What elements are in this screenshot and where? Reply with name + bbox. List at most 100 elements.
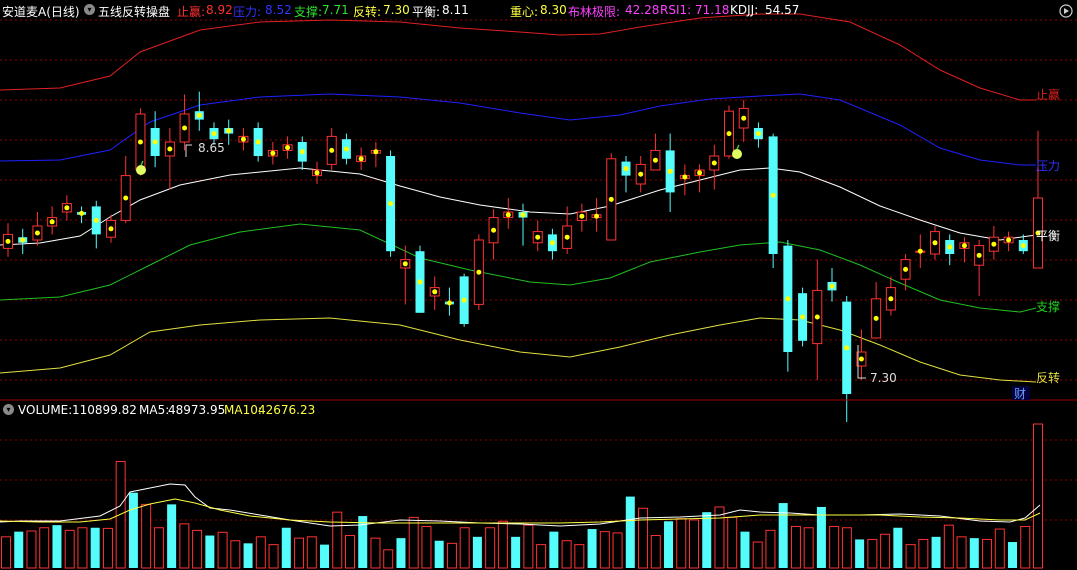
volume-bar [345,535,355,569]
volume-bar [982,538,993,569]
high-marker [185,144,192,157]
candle [179,94,190,151]
zhongxin-label: 重心: [510,5,539,19]
candle [32,212,43,246]
candle [812,259,823,380]
volume-bar [14,531,24,568]
fanzhuan-value: 7.30 [383,3,410,17]
candle [547,228,557,260]
candle [459,273,469,327]
candle-dot [682,174,688,180]
candle-dot [770,192,776,198]
candle [415,245,425,313]
candle [120,156,131,224]
candle-dot [270,150,276,156]
candle-dot [976,252,982,258]
ma5-label: MA5: [139,403,170,417]
volume-bar [574,544,585,569]
candle [915,234,926,268]
volume-bar [1,536,11,569]
volume-bar [26,530,37,569]
candle [798,287,808,347]
chart-canvas: 止赢 压力 平衡 支撑 反转 财 8.65 7.30 [0,4,1077,569]
bulin-value: 42.28 [625,3,660,17]
candle [356,147,367,170]
zhicheng-label: 支撑: [294,5,323,19]
candle [738,100,749,142]
candle-dot [858,356,864,362]
volume-bar [332,511,343,569]
kdj-label: KDJJ: [730,3,759,17]
volume-bar [1020,525,1031,569]
candle-dot [844,345,850,351]
candle-dot [64,205,70,211]
stock-name: 安道麦A(日线) [2,5,80,19]
volume-bar [561,540,572,569]
candle-dot [697,170,703,176]
candle [341,133,351,165]
candle [665,133,675,212]
candle-dot [535,234,541,240]
candle [709,144,720,190]
candle [988,226,999,260]
volume-bar [217,531,228,569]
candle [18,228,28,254]
candle-dot [196,112,202,118]
candle [783,240,793,372]
volume-bar [192,529,203,569]
volume-dropdown-icon[interactable]: ▾ [3,404,14,415]
volume-bars[interactable] [1,423,1043,569]
candle [871,282,882,339]
fanzhuan-label: 反转: [353,5,382,19]
candle-dot [888,296,894,302]
candle-dot [417,279,423,285]
ma10-value: 42676.23 [258,403,316,417]
candle [635,156,646,193]
candle [753,122,763,148]
label-pingheng: 平衡 [1036,229,1060,243]
candle-dot [652,157,658,163]
candle-dot [476,269,482,275]
volume-bar [243,543,253,568]
indicator-dropdown-icon[interactable]: ▾ [84,4,95,15]
zhiying-value: 8.92 [206,3,233,17]
candle [959,237,970,263]
volume-bar [969,538,979,568]
rsi-label: RSI1: [660,3,692,17]
volume-bar [599,531,610,569]
candle [77,206,87,224]
volume-bar [128,492,138,568]
candle [106,214,116,243]
candle-dot [285,145,291,151]
candle [488,209,499,260]
candle-dot [549,240,555,246]
candle-dot [49,219,55,225]
volume-bar [855,539,865,568]
candle-dot [402,261,408,267]
candle-dot [388,201,394,207]
candle [312,161,322,184]
candle [1003,231,1014,252]
volume-bar [918,538,929,569]
volume-panel-header: ▾ VOLUME: 110899.82 MA5: 48973.95 MA10: … [0,401,1077,419]
bulin-label: 布林极限: [568,5,621,19]
price-gridlines [0,19,1077,381]
candle [650,133,661,171]
volume-bar [396,538,406,568]
volume-bar [740,531,750,568]
candle-dot [20,237,26,243]
candle [47,206,58,235]
rsi-value: 71.18 [695,3,730,17]
volume-bar [841,527,852,569]
candle [3,223,13,257]
yali-label: 压力: [233,5,262,19]
high-annotation: 8.65 [198,141,225,155]
candle-dot [726,131,732,137]
indicator-name[interactable]: 五线反转操盘 [98,3,170,20]
candle-dot [108,226,114,232]
volume-label: VOLUME: [18,403,73,417]
yali-value: 8.52 [265,3,292,17]
zhiying-label: 止赢: [177,5,206,19]
candle [267,142,278,165]
cai-badge[interactable]: 财 [1014,387,1026,401]
